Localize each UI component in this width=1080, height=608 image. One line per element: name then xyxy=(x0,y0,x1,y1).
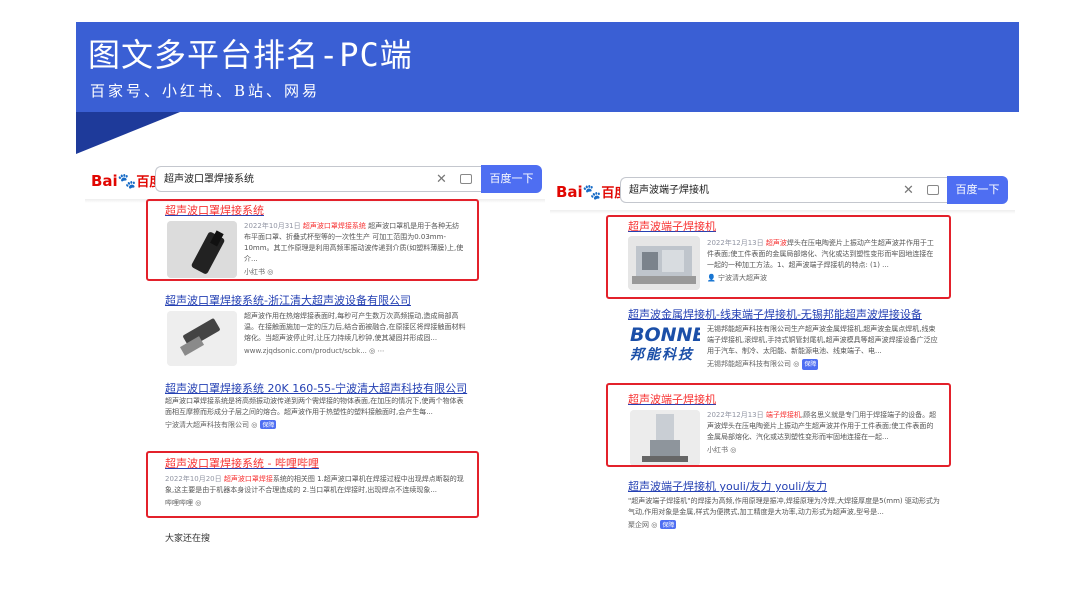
source-text: 聚企网 xyxy=(628,521,649,529)
source-text: 无锡邦能超声科技有限公司 xyxy=(707,360,791,368)
result-title-text: 超声波端子焊接机 youli/友力 youli/友力 xyxy=(628,480,828,493)
bonne-logo-cn: 邦能科技 xyxy=(630,347,694,363)
snippet-text: "超声波端子焊接机"的焊接为高频,作用原理是振冲,焊接原理为冷焊,大焊接厚度是5… xyxy=(628,497,940,516)
camera-icon[interactable] xyxy=(927,185,939,195)
result-snippet: 无锡邦能超声科技有限公司生产超声波金属焊接机,超声波金属点焊机,线束端子焊接机,… xyxy=(707,324,939,370)
source-text: 宁波清大超声科技有限公司 xyxy=(165,421,249,429)
bonne-logo-en: BONNE xyxy=(630,324,700,346)
highlight-box xyxy=(606,383,951,467)
result-thumbnail[interactable] xyxy=(167,311,237,366)
search-result: 超声波口罩焊接系统 20K 160-55-宁波清大超声科技有限公司 超声波口罩焊… xyxy=(165,380,535,430)
info-icon: ◎ xyxy=(369,347,376,355)
snippet-text: 超声波作用在热熔焊接表面时,每秒可产生数万次高频振动,造成局部高温。在接触面施加… xyxy=(244,312,466,342)
result-title-link[interactable]: 超声波端子焊接机 youli/友力 youli/友力 xyxy=(628,478,1008,494)
guarantee-badge: 保障 xyxy=(660,520,677,529)
baidu-search-left: Bai🐾百度 超声波口罩焊接系统 ✕ 百度一下 超声波口罩焊接系统 2022年1… xyxy=(85,165,545,555)
result-source[interactable]: 无锡邦能超声科技有限公司 ◎ 保障 xyxy=(707,359,939,370)
guarantee-badge: 保障 xyxy=(260,420,277,429)
result-snippet: 超声波口罩焊接系统是将高频振动波传递到两个需焊接的物体表面,在加压的情况下,使两… xyxy=(165,396,465,418)
search-button[interactable]: 百度一下 xyxy=(481,165,542,193)
snippet-text: 无锡邦能超声科技有限公司生产超声波金属焊接机,超声波金属点焊机,线束端子焊接机,… xyxy=(707,325,938,355)
paw-icon: 🐾 xyxy=(117,172,137,190)
bonne-logo[interactable]: BONNE 邦能科技 xyxy=(630,324,700,378)
info-icon: ◎ xyxy=(793,360,800,368)
search-input[interactable]: 超声波口罩焊接系统 ✕ xyxy=(155,166,481,192)
baidu-logo: Bai🐾百度 xyxy=(556,182,627,201)
search-bar: Bai🐾百度 超声波口罩焊接系统 ✕ 百度一下 xyxy=(85,165,545,203)
header-banner: 图文多平台排名-PC端 百家号、小红书、B站、网易 xyxy=(76,22,1019,112)
search-button[interactable]: 百度一下 xyxy=(947,176,1008,204)
snippet-text: 超声波口罩焊接系统是将高频振动波传递到两个需焊接的物体表面,在加压的情况下,使两… xyxy=(165,397,464,416)
search-input[interactable]: 超声波端子焊接机 ✕ xyxy=(620,177,947,203)
source-text: www.zjqdsonic.com/product/scbk... xyxy=(244,347,367,355)
result-title-text: 超声波金属焊接机-线束端子焊接机-无锡邦能超声波焊接设备 xyxy=(628,308,922,321)
search-result: 超声波端子焊接机 youli/友力 youli/友力 "超声波端子焊接机"的焊接… xyxy=(628,478,1008,530)
info-icon: ◎ xyxy=(651,521,658,529)
divider xyxy=(550,210,1015,214)
result-title-link[interactable]: 超声波口罩焊接系统-浙江清大超声波设备有限公司 xyxy=(165,292,525,308)
guarantee-badge: 保障 xyxy=(802,359,819,370)
clear-icon[interactable]: ✕ xyxy=(903,178,914,204)
info-icon: ◎ xyxy=(251,421,258,429)
clear-icon[interactable]: ✕ xyxy=(436,167,447,193)
result-title-text: 超声波口罩焊接系统-浙江清大超声波设备有限公司 xyxy=(165,294,411,307)
result-snippet: 超声波作用在热熔焊接表面时,每秒可产生数万次高频振动,造成局部高温。在接触面施加… xyxy=(244,311,466,357)
highlight-box xyxy=(606,215,951,299)
result-snippet: "超声波端子焊接机"的焊接为高频,作用原理是振冲,焊接原理为冷焊,大焊接厚度是5… xyxy=(628,496,940,518)
result-source[interactable]: 宁波清大超声科技有限公司 ◎ 保障 xyxy=(165,420,535,430)
search-query: 超声波口罩焊接系统 xyxy=(164,174,254,185)
highlight-box xyxy=(146,451,479,518)
logo-bai: Bai xyxy=(556,183,583,201)
highlight-box xyxy=(146,199,479,281)
result-source[interactable]: www.zjqdsonic.com/product/scbk... ◎ ⋯ xyxy=(244,346,466,357)
baidu-search-right: Bai🐾百度 超声波端子焊接机 ✕ 百度一下 超声波端子焊接机 2022年12月… xyxy=(550,176,1015,546)
paw-icon: 🐾 xyxy=(582,183,602,201)
logo-bai: Bai xyxy=(91,172,118,190)
result-title-text: 超声波口罩焊接系统 20K 160-55-宁波清大超声科技有限公司 xyxy=(165,382,468,395)
result-title-link[interactable]: 超声波口罩焊接系统 20K 160-55-宁波清大超声科技有限公司 xyxy=(165,380,535,396)
camera-icon[interactable] xyxy=(460,174,472,184)
banner-subtitle: 百家号、小红书、B站、网易 xyxy=(90,82,321,100)
transducer-image xyxy=(167,311,237,366)
search-result: 超声波口罩焊接系统-浙江清大超声波设备有限公司 xyxy=(165,292,525,308)
baidu-logo: Bai🐾百度 xyxy=(91,171,162,190)
search-result: 超声波金属焊接机-线束端子焊接机-无锡邦能超声波焊接设备 xyxy=(628,306,1008,322)
search-query: 超声波端子焊接机 xyxy=(629,185,709,196)
people-also-search: 大家还在搜 xyxy=(165,534,211,544)
result-title-link[interactable]: 超声波金属焊接机-线束端子焊接机-无锡邦能超声波焊接设备 xyxy=(628,306,1008,322)
banner-title: 图文多平台排名-PC端 xyxy=(88,36,413,74)
search-bar: Bai🐾百度 超声波端子焊接机 ✕ 百度一下 xyxy=(550,176,1015,214)
banner-corner-decoration xyxy=(76,112,180,154)
result-source[interactable]: 聚企网 ◎ 保障 xyxy=(628,520,1008,530)
more-icon: ⋯ xyxy=(377,347,385,355)
